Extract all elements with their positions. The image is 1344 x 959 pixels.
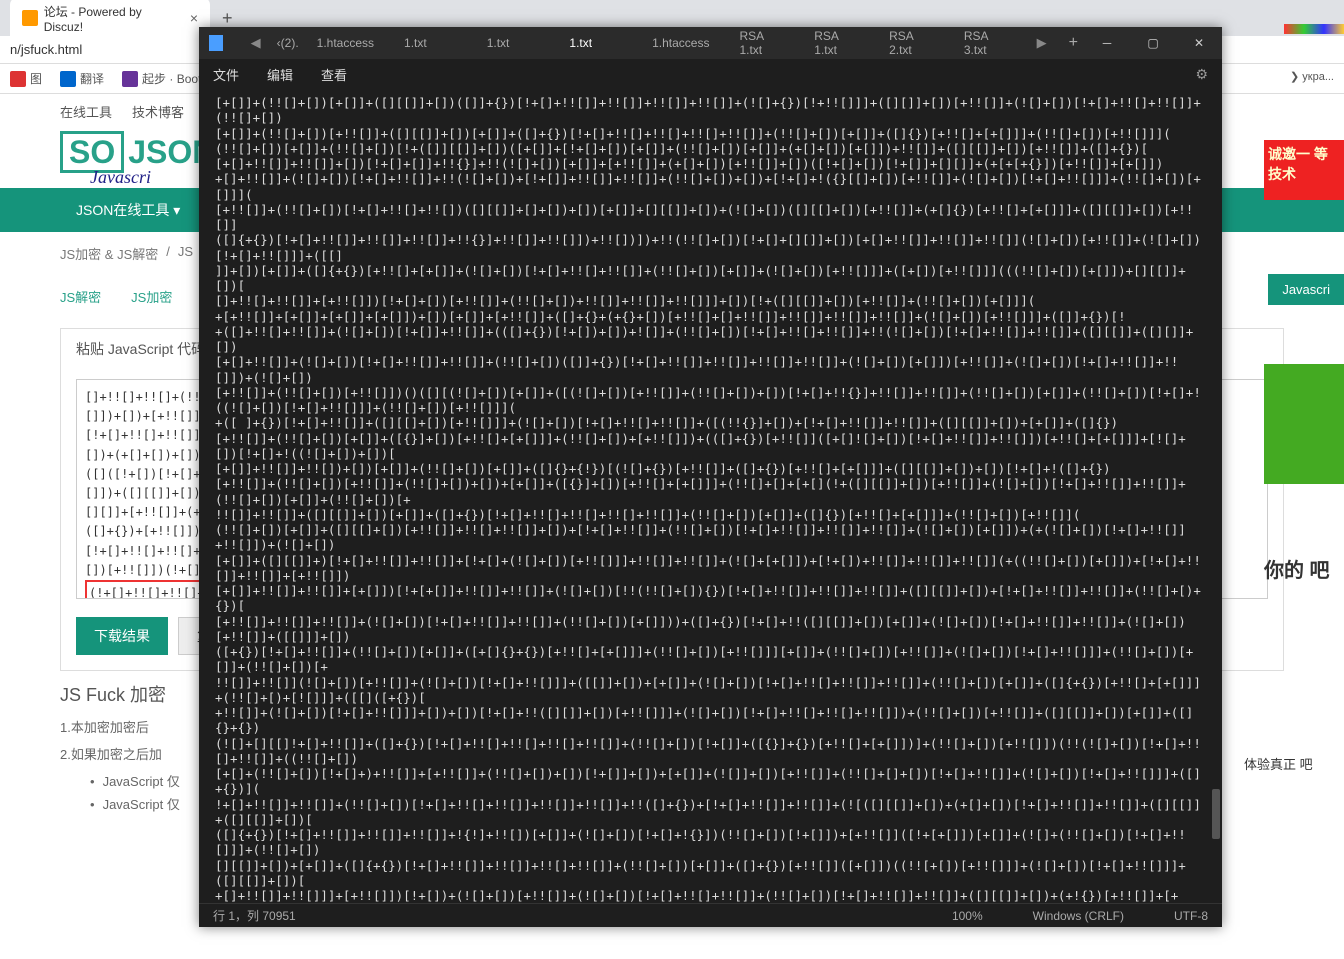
url-text: n/jsfuck.html [10,42,82,57]
add-tab-button[interactable]: + [1069,34,1078,52]
ad-image[interactable] [1264,364,1344,484]
file-tab[interactable]: 1.txt [404,36,427,50]
bookmark-item[interactable]: 图 [10,70,42,87]
gear-icon[interactable]: ⚙ [1195,66,1208,83]
site-logo[interactable]: SOJSON [60,134,215,171]
right-text: 体验真正 吧 [1244,754,1344,773]
text-editor-window: ◀ ‹(2). 1.htaccess 1.txt 1.txt 1.txt 1.h… [199,27,1222,927]
file-tab[interactable]: 1.htaccess [317,36,374,50]
file-tab-active[interactable]: 1.txt [569,36,592,50]
top-link-tech-blog[interactable]: 技术博客 [132,102,184,121]
editor-menubar: 文件 编辑 查看 ⚙ [199,59,1222,89]
menu-file[interactable]: 文件 [213,65,239,84]
status-zoom[interactable]: 100% [952,909,983,923]
editor-status-bar: 行 1，列 70951 100% Windows (CRLF) UTF-8 [199,903,1222,927]
tab-next-icon[interactable]: ▶ [1029,31,1055,55]
ad-text: 你的 吧 [1264,554,1344,583]
document-icon [209,35,223,51]
file-tab[interactable]: RSA 3.txt [964,29,1009,57]
download-button[interactable]: 下载结果 [76,617,168,655]
subtab-encrypt[interactable]: JS加密 [131,287,172,306]
status-line-ending[interactable]: Windows (CRLF) [1033,909,1124,923]
bookmark-icon [10,71,26,87]
file-tab[interactable]: RSA 1.txt [739,29,784,57]
breadcrumb-item[interactable]: JS [178,244,193,263]
tab-group-label: ‹(2). [269,32,307,54]
decorative-strip [1284,24,1344,34]
close-button[interactable]: ✕ [1176,27,1222,59]
bookmark-icon [60,71,76,87]
ad-banner[interactable]: 诚邀一 等技术 [1264,140,1344,200]
bookmark-item[interactable]: 翻译 [60,70,104,87]
browser-tab[interactable]: 论坛 - Powered by Discuz! × [10,0,210,40]
favicon-icon [22,10,38,26]
tab-title: 论坛 - Powered by Discuz! [44,3,182,34]
file-tab[interactable]: RSA 2.txt [889,29,934,57]
breadcrumb-item[interactable]: JS加密 & JS解密 [60,244,158,263]
menu-edit[interactable]: 编辑 [267,65,293,84]
status-encoding[interactable]: UTF-8 [1174,909,1208,923]
nav-json-tools[interactable]: JSON在线工具 ▾ [60,200,196,220]
menu-view[interactable]: 查看 [321,65,347,84]
scrollbar-thumb[interactable] [1212,789,1220,839]
file-tab[interactable]: RSA 1.txt [814,29,859,57]
status-cursor-position[interactable]: 行 1，列 70951 [213,907,296,924]
top-link-online-tools[interactable]: 在线工具 [60,102,112,121]
scrollbar[interactable] [1210,89,1220,903]
file-tab[interactable]: 1.htaccess [652,36,709,50]
right-button[interactable]: Javascri [1268,274,1344,305]
subtab-decrypt[interactable]: JS解密 [60,287,101,306]
bookmark-icon [122,71,138,87]
maximize-button[interactable]: ▢ [1130,27,1176,59]
editor-text-area[interactable]: [+[]]+(!![]+[])[+[]]+([][[]]+[])([]]+{})… [199,89,1222,903]
language-indicator: ❯ укра... [1290,70,1334,83]
close-icon[interactable]: × [190,10,198,26]
minimize-button[interactable]: ─ [1084,27,1130,59]
tab-prev-icon[interactable]: ◀ [243,31,269,55]
editor-titlebar[interactable]: ◀ ‹(2). 1.htaccess 1.txt 1.txt 1.txt 1.h… [199,27,1222,59]
file-tab[interactable]: 1.txt [487,36,510,50]
